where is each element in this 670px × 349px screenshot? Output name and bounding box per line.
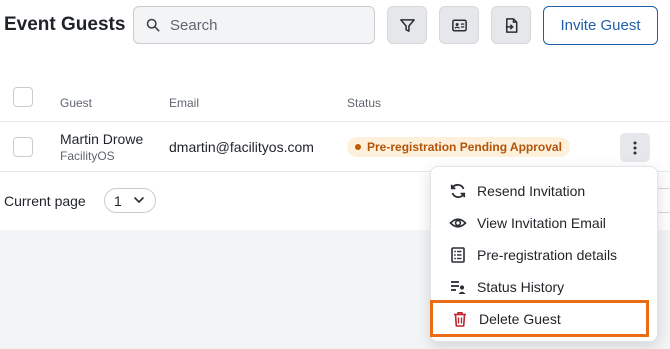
menu-item-label: Resend Invitation xyxy=(477,183,586,199)
status-history-icon xyxy=(451,281,466,294)
search-icon xyxy=(146,18,160,32)
search-input[interactable] xyxy=(170,16,360,34)
menu-item-preregistration-details[interactable]: Pre-registration details xyxy=(431,240,659,270)
status-label: Pre-registration Pending Approval xyxy=(367,140,562,154)
column-header-status[interactable]: Status xyxy=(347,96,381,110)
menu-item-delete-guest[interactable]: Delete Guest xyxy=(430,300,649,337)
search-box[interactable] xyxy=(133,6,375,44)
menu-item-label: Pre-registration details xyxy=(477,247,618,263)
more-vertical-icon xyxy=(633,141,637,154)
filter-button[interactable] xyxy=(387,6,427,44)
menu-item-status-history[interactable]: Status History xyxy=(431,272,659,302)
id-card-button[interactable] xyxy=(439,6,479,44)
chevron-down-icon xyxy=(134,197,144,204)
current-page-label: Current page xyxy=(4,193,86,209)
page-select[interactable]: 1 xyxy=(104,188,156,213)
trash-icon xyxy=(454,311,466,327)
menu-item-view-invitation-email[interactable]: View Invitation Email xyxy=(431,208,659,238)
select-all-checkbox[interactable] xyxy=(13,87,33,107)
page-title: Event Guests xyxy=(4,14,126,35)
id-card-icon xyxy=(451,19,467,31)
invite-guest-button[interactable]: Invite Guest xyxy=(543,6,658,45)
column-header-guest[interactable]: Guest xyxy=(60,96,92,110)
table-divider xyxy=(0,121,670,122)
page-select-value: 1 xyxy=(114,192,122,209)
eye-icon xyxy=(449,218,467,228)
guest-organization: FacilityOS xyxy=(60,149,115,163)
guest-name: Martin Drowe xyxy=(60,131,144,147)
status-badge: Pre-registration Pending Approval xyxy=(347,137,570,157)
list-icon xyxy=(451,247,465,263)
file-export-icon xyxy=(505,17,517,33)
export-button[interactable] xyxy=(491,6,531,44)
guest-email: dmartin@facilityos.com xyxy=(169,139,314,155)
menu-item-resend-invitation[interactable]: Resend Invitation xyxy=(431,176,659,206)
status-dot xyxy=(355,144,361,150)
row-checkbox[interactable] xyxy=(13,137,33,157)
refresh-icon xyxy=(450,183,466,199)
menu-item-label: Status History xyxy=(477,279,565,295)
menu-item-label: View Invitation Email xyxy=(477,215,606,231)
column-header-email[interactable]: Email xyxy=(169,96,199,110)
row-actions-menu: Resend Invitation View Invitation Email … xyxy=(430,166,658,342)
filter-icon xyxy=(399,18,415,32)
menu-item-label: Delete Guest xyxy=(479,310,561,327)
row-actions-button[interactable] xyxy=(620,133,650,162)
